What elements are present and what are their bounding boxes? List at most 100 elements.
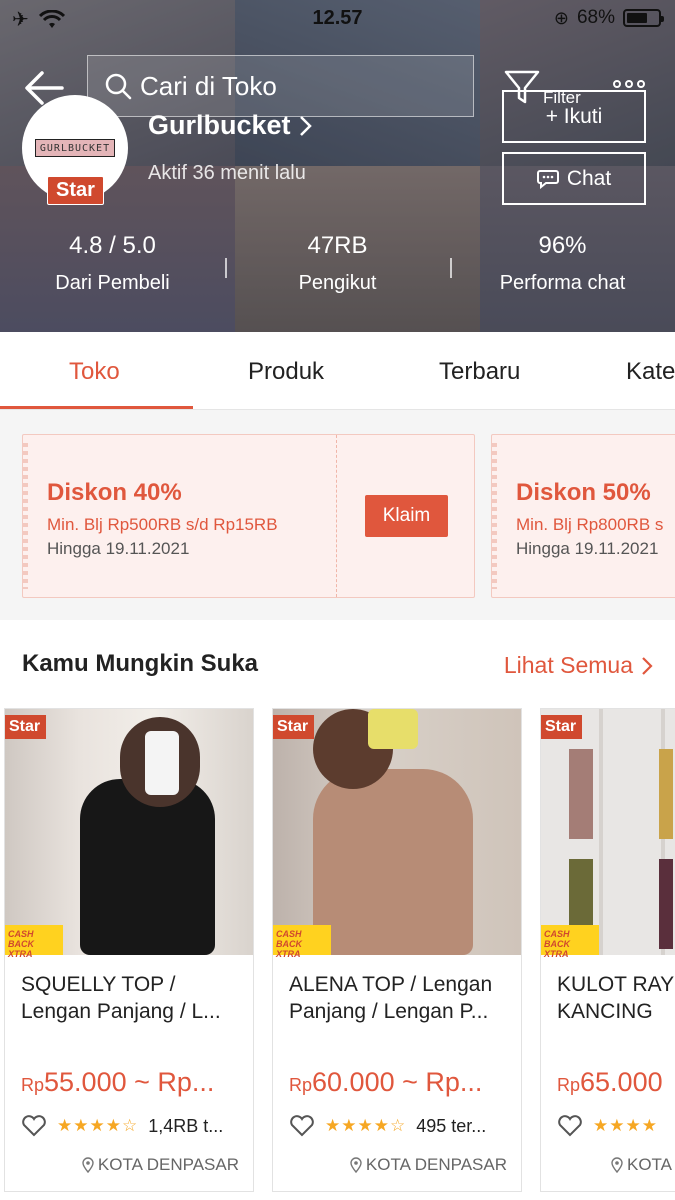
product-photo-figure bbox=[659, 859, 673, 949]
battery-percent: 68% bbox=[576, 7, 615, 28]
status-bar: ✈ 12.57 ⊕ 68% bbox=[0, 0, 675, 40]
product-location: KOTA DENPASAR bbox=[82, 1155, 239, 1175]
voucher-title: Diskon 50% bbox=[516, 479, 651, 506]
heart-icon[interactable] bbox=[21, 1115, 47, 1137]
shop-banner: ✈ 12.57 ⊕ 68% Cari di Toko Filter GURLBU… bbox=[0, 0, 675, 332]
chat-bubble-icon bbox=[536, 169, 559, 189]
see-all-link[interactable]: Lihat Semua bbox=[504, 652, 653, 679]
price-value: 55.000 ~ Rp... bbox=[44, 1067, 215, 1097]
claim-voucher-button[interactable]: Klaim bbox=[365, 495, 448, 537]
stat-value: 47RB bbox=[307, 232, 368, 259]
sold-count: 1,4RB t... bbox=[148, 1115, 224, 1136]
product-meta: ★★★★ bbox=[557, 1115, 658, 1137]
voucher-carousel[interactable]: Diskon 40% Min. Blj Rp500RB s/d Rp15RB H… bbox=[0, 412, 675, 620]
currency: Rp bbox=[21, 1075, 45, 1095]
shop-logo: GURLBUCKET bbox=[35, 139, 115, 157]
price-value: 60.000 ~ Rp... bbox=[312, 1067, 483, 1097]
stat-rating: 4.8 / 5.0 Dari Pembeli bbox=[0, 232, 225, 312]
heart-icon[interactable] bbox=[289, 1115, 315, 1137]
recommendations-section: Kamu Mungkin Suka Lihat Semua Star CASH … bbox=[0, 620, 675, 1200]
location-pin-icon bbox=[611, 1157, 623, 1173]
rotation-lock-icon: ⊕ bbox=[553, 7, 569, 28]
voucher-expiry: Hingga 19.11.2021 bbox=[47, 539, 190, 558]
active-tab-indicator bbox=[0, 406, 193, 409]
product-price: Rp65.000 bbox=[557, 1067, 663, 1098]
shop-name: Gurlbucket bbox=[148, 110, 291, 140]
section-title: Kamu Mungkin Suka bbox=[22, 650, 259, 677]
star-tag: Star bbox=[273, 715, 315, 739]
rating-stars: ★★★★☆ bbox=[325, 1116, 407, 1135]
location-text: KOTA DENPASAR bbox=[365, 1155, 507, 1174]
location-text: KOTA DENPASAR bbox=[97, 1155, 239, 1174]
stat-value: 4.8 / 5.0 bbox=[69, 232, 156, 259]
tab-produk[interactable]: Produk bbox=[248, 358, 324, 386]
voucher-card: Diskon 40% Min. Blj Rp500RB s/d Rp15RB H… bbox=[22, 434, 475, 598]
star-tag: Star bbox=[5, 715, 47, 739]
product-name: ALENA TOP / Lengan Panjang / Lengan P... bbox=[289, 973, 493, 1023]
stat-chat-performance: 96% Performa chat bbox=[450, 232, 675, 312]
location-text: KOTA bbox=[627, 1155, 673, 1174]
rating-stars: ★★★★☆ bbox=[57, 1116, 139, 1135]
battery-icon bbox=[623, 9, 664, 27]
follow-button[interactable]: + Ikuti bbox=[502, 90, 646, 143]
voucher-min-spend: Min. Blj Rp800RB s bbox=[516, 515, 664, 534]
stat-followers[interactable]: 47RB Pengikut bbox=[225, 232, 450, 312]
product-photo-phone bbox=[145, 731, 179, 795]
star-seller-badge: Star bbox=[47, 176, 104, 205]
voucher-min-spend: Min. Blj Rp500RB s/d Rp15RB bbox=[47, 515, 278, 534]
tab-terbaru[interactable]: Terbaru bbox=[439, 358, 520, 386]
cashback-badge: CASH BACK XTRA bbox=[541, 925, 599, 959]
product-image bbox=[5, 709, 253, 955]
product-image bbox=[273, 709, 521, 955]
more-options-icon[interactable] bbox=[613, 80, 645, 88]
product-card[interactable]: Star CASH BACK XTRA ALENA TOP / Lengan P… bbox=[272, 708, 522, 1192]
product-photo-figure bbox=[80, 779, 215, 955]
chevron-right-icon bbox=[299, 115, 312, 136]
product-photo-figure bbox=[659, 749, 673, 839]
currency: Rp bbox=[289, 1075, 313, 1095]
voucher-title: Diskon 40% bbox=[47, 479, 182, 506]
location-pin-icon bbox=[82, 1157, 94, 1173]
product-card[interactable]: Star CASH BACK XTRA SQUELLY TOP / Lengan… bbox=[4, 708, 254, 1192]
product-price: Rp55.000 ~ Rp... bbox=[21, 1067, 214, 1098]
voucher-expiry: Hingga 19.11.2021 bbox=[516, 539, 659, 558]
tab-toko[interactable]: Toko bbox=[69, 358, 120, 386]
heart-icon[interactable] bbox=[557, 1115, 583, 1137]
shop-search-input[interactable]: Cari di Toko bbox=[87, 55, 474, 117]
star-tag: Star bbox=[541, 715, 583, 739]
product-price: Rp60.000 ~ Rp... bbox=[289, 1067, 482, 1098]
voucher-card: Diskon 50% Min. Blj Rp800RB s Hingga 19.… bbox=[491, 434, 675, 598]
product-photo-figure bbox=[313, 769, 473, 955]
search-placeholder: Cari di Toko bbox=[140, 70, 277, 101]
shop-name-link[interactable]: Gurlbucket bbox=[148, 110, 313, 141]
chevron-right-icon bbox=[642, 656, 653, 675]
voucher-edge bbox=[491, 443, 497, 589]
product-name: SQUELLY TOP / Lengan Panjang / L... bbox=[21, 973, 221, 1023]
cashback-badge: CASH BACK XTRA bbox=[5, 925, 63, 959]
product-meta: ★★★★☆ 1,4RB t... bbox=[21, 1115, 223, 1137]
stat-label: Dari Pembeli bbox=[55, 272, 170, 294]
chat-button-label: Chat bbox=[566, 166, 612, 190]
stat-label: Performa chat bbox=[499, 272, 626, 294]
chat-button[interactable]: Chat bbox=[502, 152, 646, 205]
shop-stats: 4.8 / 5.0 Dari Pembeli 47RB Pengikut 96%… bbox=[0, 232, 675, 312]
stat-value: 96% bbox=[538, 232, 587, 259]
location-pin-icon bbox=[350, 1157, 362, 1173]
price-value: 65.000 bbox=[580, 1067, 663, 1097]
active-status: Aktif 36 menit lalu bbox=[148, 162, 306, 184]
product-image bbox=[541, 709, 675, 955]
product-location: KOTA DENPASAR bbox=[350, 1155, 507, 1175]
cashback-badge: CASH BACK XTRA bbox=[273, 925, 331, 959]
see-all-label: Lihat Semua bbox=[503, 652, 633, 678]
product-card[interactable]: Star CASH BACK XTRA KULOT RAY KANCING Rp… bbox=[540, 708, 675, 1192]
stat-label: Pengikut bbox=[298, 272, 377, 294]
product-location: KOTA bbox=[611, 1155, 672, 1175]
product-photo-phone bbox=[368, 709, 418, 749]
voucher-edge bbox=[22, 443, 28, 589]
tab-kategori[interactable]: Kate bbox=[626, 358, 675, 386]
rating-stars: ★★★★ bbox=[593, 1116, 658, 1135]
product-photo-figure bbox=[569, 749, 593, 839]
product-meta: ★★★★☆ 495 ter... bbox=[289, 1115, 486, 1137]
sold-count: 495 ter... bbox=[416, 1115, 487, 1136]
currency: Rp bbox=[557, 1075, 581, 1095]
